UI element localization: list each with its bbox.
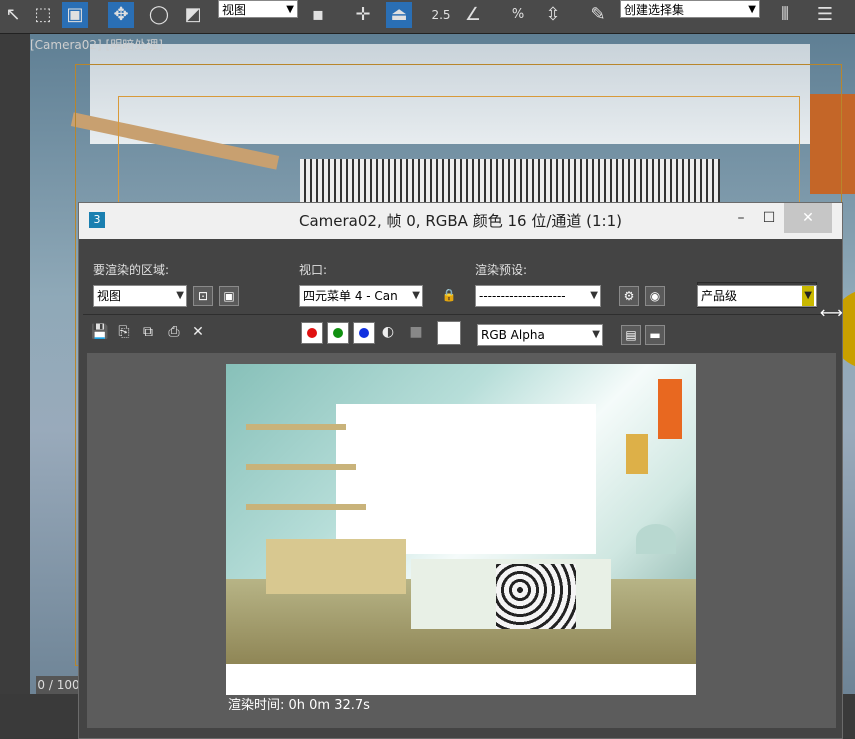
display-channel-select[interactable]: RGB Alpha ▼ <box>477 324 603 346</box>
shelf <box>246 504 366 510</box>
snap-toggle-icon[interactable]: 2.5 <box>428 2 454 28</box>
rendered-frame-window: Camera02, 帧 0, RGBA 颜色 16 位/通道 (1:1) 3 –… <box>78 202 843 739</box>
window-crossing-icon[interactable]: ▣ <box>62 2 88 28</box>
chevron-down-icon: ▼ <box>286 4 294 15</box>
app-logo-icon: 3 <box>89 212 105 228</box>
render-preset-select[interactable]: -------------------- ▼ <box>475 285 601 307</box>
shelf <box>246 464 356 470</box>
named-selection-value: 创建选择集 <box>624 3 685 17</box>
angle-snap-icon[interactable]: ∠ <box>460 2 486 28</box>
viewport-select[interactable]: 四元菜单 4 - Can ▼ <box>299 285 423 307</box>
resize-cursor-icon: ⟷ <box>820 303 843 322</box>
edit-region-icon[interactable]: ⊡ <box>193 286 213 306</box>
shelf <box>246 424 346 430</box>
area-to-render-label: 要渲染的区域: <box>93 263 170 277</box>
swatch-color[interactable] <box>437 321 461 345</box>
chevron-down-icon: ▼ <box>802 286 814 306</box>
save-icon[interactable]: 💾 <box>91 323 109 341</box>
chevron-down-icon: ▼ <box>590 290 598 301</box>
print-icon[interactable]: ⎙ <box>165 323 183 341</box>
rendered-image <box>226 364 696 664</box>
reference-coordinate-value: 视图 <box>222 3 247 17</box>
spinner-snap-icon[interactable]: ⇳ <box>540 2 566 28</box>
production-level-select[interactable]: 产品级 ▼ <box>697 285 817 307</box>
main-toolbar: ↖ ⬚ ▣ ✥ ◯ ◩ 视图 ▼ ▪ ✛ ⏏ 2.5 ∠ % ⇳ ✎ 创建选择集 ▼… <box>0 0 855 34</box>
scale-icon[interactable]: ◩ <box>180 2 206 28</box>
wall-painting <box>658 379 682 439</box>
copy-icon[interactable]: ⎘ <box>115 323 133 341</box>
area-to-render-select[interactable]: 视图 ▼ <box>93 285 187 307</box>
render-time-text: 渲染时间: 0h 0m 32.7s <box>228 698 370 713</box>
manipulate-icon[interactable]: ✛ <box>350 2 376 28</box>
viewport-label: 视口: <box>299 263 328 277</box>
auto-region-icon[interactable]: ▣ <box>219 286 239 306</box>
pivot-icon[interactable]: ▪ <box>305 2 331 28</box>
render-preset-value: -------------------- <box>479 289 566 303</box>
close-button[interactable]: ✕ <box>784 203 832 233</box>
edit-named-selection-icon[interactable]: ✎ <box>585 2 611 28</box>
lamp <box>636 524 676 554</box>
desk <box>266 539 406 594</box>
mirror-icon[interactable]: ⫴ <box>772 2 798 28</box>
production-level-value: 产品级 <box>701 289 738 303</box>
blanket <box>496 564 576 629</box>
chevron-down-icon: ▼ <box>748 4 756 15</box>
lock-icon[interactable]: 🔒 <box>439 286 459 306</box>
blue-dot-icon <box>359 328 369 338</box>
left-panel <box>0 34 30 739</box>
wall-painting <box>626 434 648 474</box>
named-selection-set-select[interactable]: 创建选择集 ▼ <box>620 0 760 18</box>
chevron-down-icon: ▼ <box>412 290 420 301</box>
framebuffer-area[interactable]: 渲染时间: 0h 0m 32.7s <box>87 353 836 728</box>
chevron-down-icon: ▼ <box>176 290 184 301</box>
environment-effects-icon[interactable]: ◉ <box>645 286 665 306</box>
chevron-down-icon: ▼ <box>592 329 600 340</box>
divider <box>83 314 838 315</box>
viewport-label[interactable]: [Camera02] [明暗处理] <box>30 36 163 53</box>
rectangle-selection-icon[interactable]: ⬚ <box>30 2 56 28</box>
snap-value: 2.5 <box>431 8 451 22</box>
display-channel-value: RGB Alpha <box>481 328 545 342</box>
toggle-ui-icon[interactable]: ▬ <box>645 325 665 345</box>
clone-icon[interactable]: ⧉ <box>139 323 157 341</box>
area-to-render-value: 视图 <box>97 289 122 303</box>
reference-coordinate-select[interactable]: 视图 ▼ <box>218 0 298 18</box>
close-icon[interactable]: ✕ <box>189 323 207 341</box>
green-dot-icon <box>333 328 343 338</box>
unrendered-strip <box>226 664 696 695</box>
window-light <box>336 404 596 554</box>
select-arrow-icon[interactable]: ↖ <box>0 2 26 28</box>
percent-snap-label: % <box>511 7 525 22</box>
percent-snap-icon[interactable]: % <box>505 2 531 28</box>
time-slider[interactable]: 0 / 100 <box>36 676 81 694</box>
red-channel-toggle[interactable] <box>301 322 323 344</box>
render-preset-label: 渲染预设: <box>475 263 528 277</box>
keyboard-shortcut-icon[interactable]: ⏏ <box>386 2 412 28</box>
alpha-channel-icon[interactable]: ◐ <box>379 323 397 341</box>
red-dot-icon <box>307 328 317 338</box>
blue-channel-toggle[interactable] <box>353 322 375 344</box>
rotate-icon[interactable]: ◯ <box>146 2 172 28</box>
align-icon[interactable]: ☰ <box>812 2 838 28</box>
green-channel-toggle[interactable] <box>327 322 349 344</box>
move-icon[interactable]: ✥ <box>108 2 134 28</box>
render-time-bar: 渲染时间: 0h 0m 32.7s <box>226 695 696 717</box>
viewport-value: 四元菜单 4 - Can <box>303 289 398 303</box>
monochrome-icon[interactable]: ■ <box>407 323 425 341</box>
maximize-button[interactable]: ☐ <box>752 203 786 233</box>
title-bar[interactable]: Camera02, 帧 0, RGBA 颜色 16 位/通道 (1:1) 3 –… <box>79 203 842 239</box>
render-setup-icon[interactable]: ⚙ <box>619 286 639 306</box>
toggle-ui-overlay-icon[interactable]: ▤ <box>621 325 641 345</box>
